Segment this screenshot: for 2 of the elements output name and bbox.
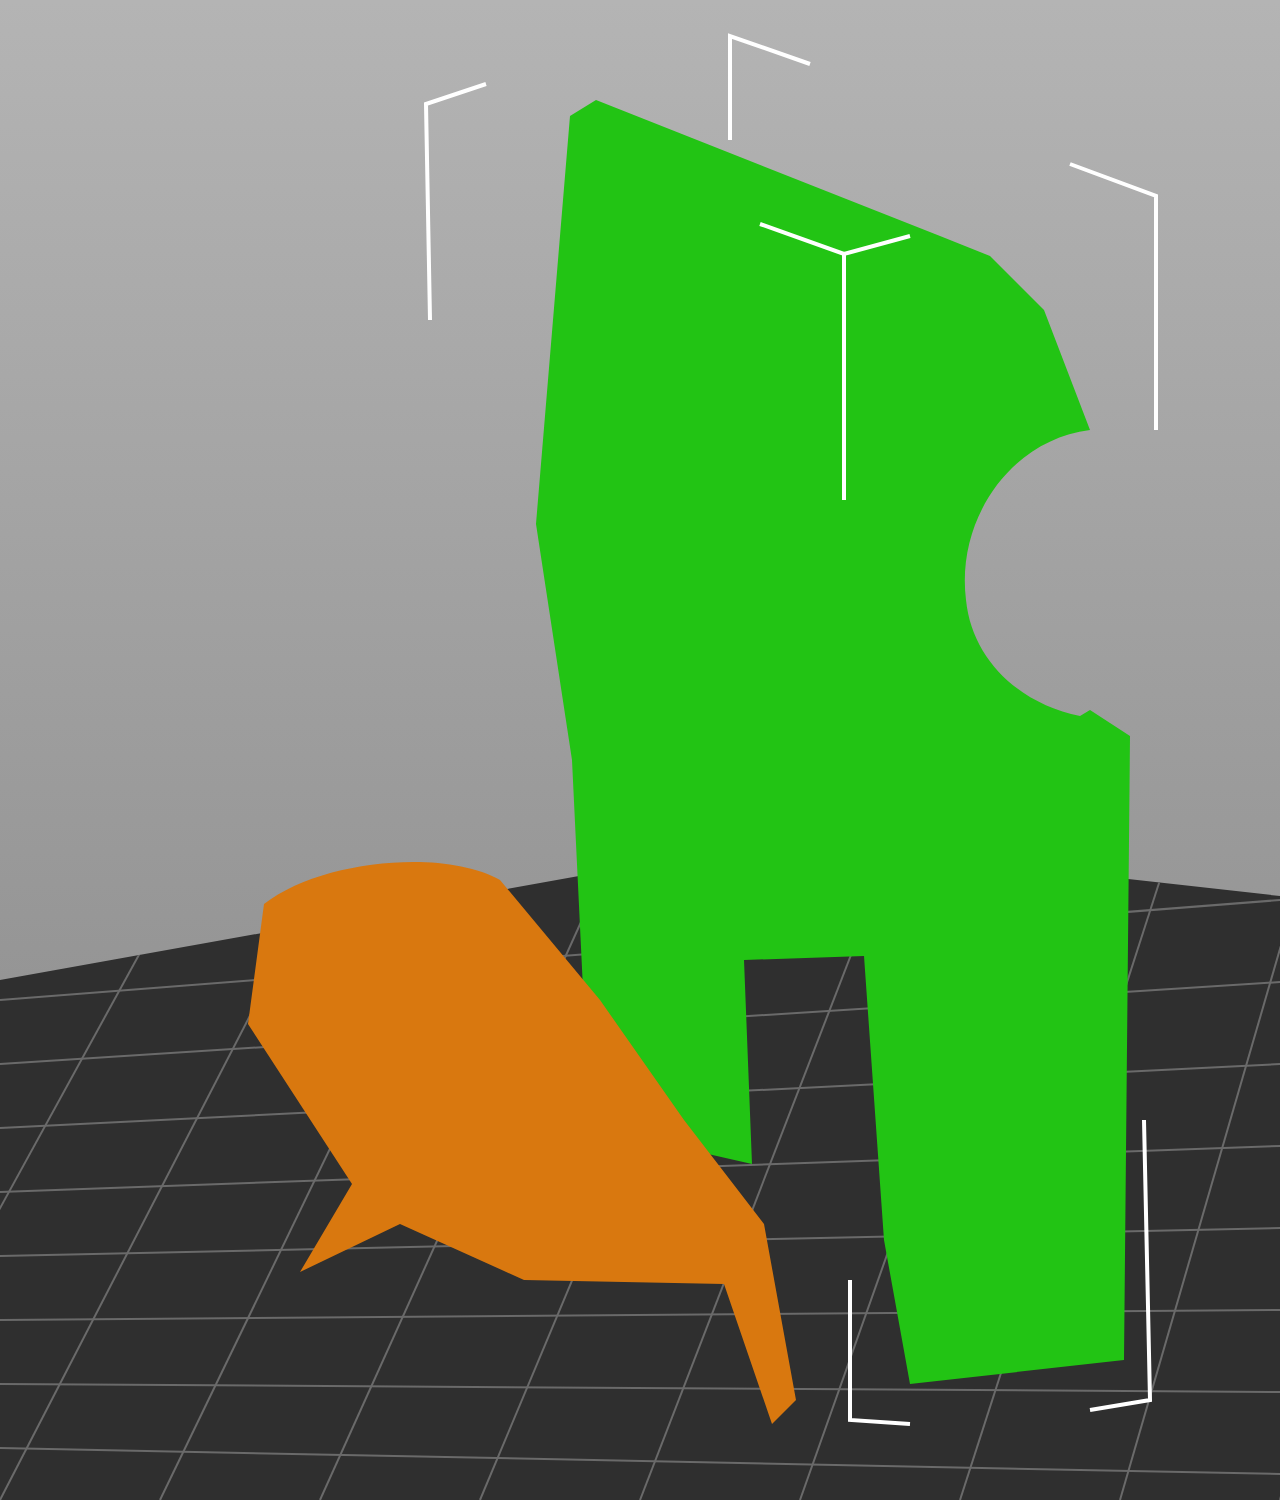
housing-model[interactable] — [536, 100, 1130, 1384]
cover-model[interactable] — [248, 862, 796, 1424]
